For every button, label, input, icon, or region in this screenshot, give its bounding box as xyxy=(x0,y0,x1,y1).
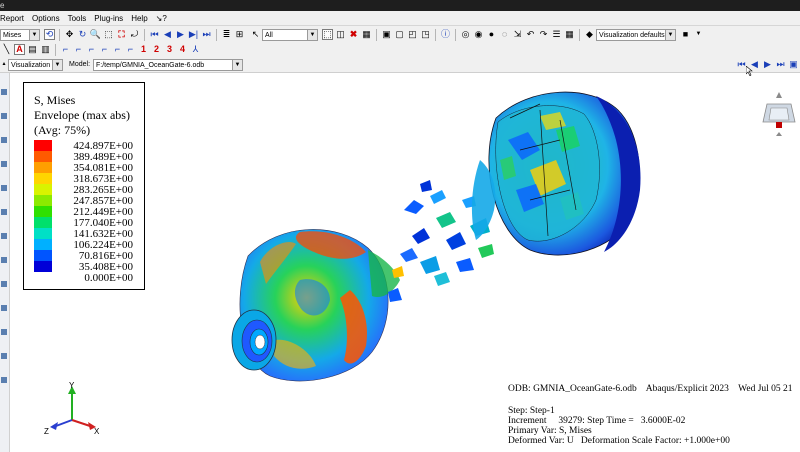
legend-value: 0.000E+00 xyxy=(84,271,133,284)
legend-envelope: Envelope (max abs) xyxy=(34,108,130,122)
z-arrow-icon xyxy=(50,422,58,430)
legend-swatch xyxy=(34,140,52,151)
legend-swatch-end xyxy=(34,272,52,283)
z-axis-line xyxy=(55,419,73,427)
legend-swatch xyxy=(34,250,52,261)
contour-legend[interactable]: S, Mises Envelope (max abs) (Avg: 75%) 4… xyxy=(23,82,145,290)
triad-y-label: Y xyxy=(69,381,75,390)
legend-swatch xyxy=(34,217,52,228)
triad-z-label: Z xyxy=(44,427,49,436)
legend-swatch xyxy=(34,162,52,173)
right-dome xyxy=(471,91,641,256)
legend-swatch xyxy=(34,173,52,184)
legend-swatch xyxy=(34,228,52,239)
step-info-block: Step: Step-1 Increment 39279: Step Time =… xyxy=(508,406,730,446)
primary-var-line: Primary Var: S, Mises xyxy=(508,426,592,436)
legend-variable: S, Mises xyxy=(34,93,76,107)
left-dome xyxy=(231,229,400,382)
mouse-cursor-icon xyxy=(746,66,753,76)
x-axis-line xyxy=(71,419,91,427)
legend-swatch xyxy=(34,206,52,217)
deformed-var-line: Deformed Var: U Deformation Scale Factor… xyxy=(508,436,730,446)
legend-swatch xyxy=(34,239,52,250)
increment-line: Increment 39279: Step Time = 3.6000E-02 xyxy=(508,416,686,426)
triad-x-label: X xyxy=(94,427,100,436)
legend-averaging: (Avg: 75%) xyxy=(34,123,91,137)
view-cube-icon[interactable] xyxy=(762,90,796,136)
step-line: Step: Step-1 xyxy=(508,406,555,416)
legend-swatch xyxy=(34,151,52,162)
view-triad: Y X Z xyxy=(44,381,100,436)
legend-swatch xyxy=(34,184,52,195)
legend-swatch xyxy=(34,261,52,272)
legend-swatch xyxy=(34,195,52,206)
odb-info-text: ODB: GMNIA_OceanGate-6.odb Abaqus/Explic… xyxy=(508,384,793,394)
